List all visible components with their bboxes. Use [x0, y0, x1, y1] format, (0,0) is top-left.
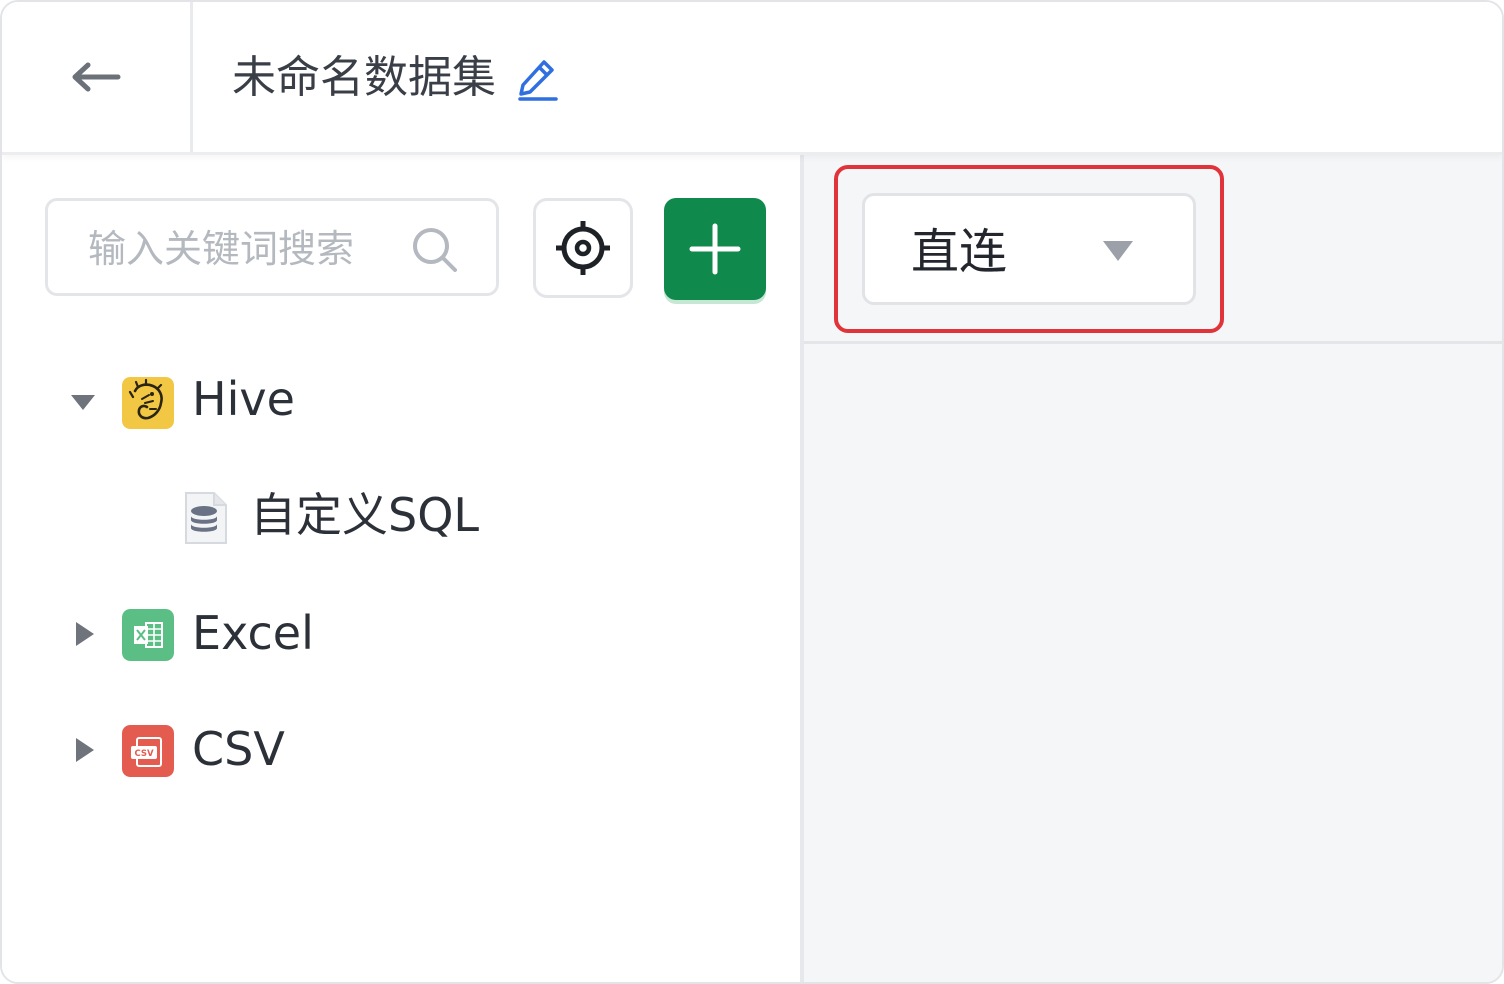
connection-mode-select[interactable]: 直连 — [862, 193, 1196, 305]
dataset-title: 未命名数据集 — [232, 52, 496, 103]
search-input[interactable] — [88, 223, 408, 275]
hive-icon — [122, 377, 174, 429]
tree-item-label: Excel — [192, 606, 314, 660]
header-bar: 未命名数据集 — [2, 2, 1502, 155]
locate-button[interactable] — [533, 198, 633, 298]
pencil-icon[interactable] — [516, 56, 560, 102]
app-window: 未命名数据集 输入关键词搜索 Hive 自定义SQL Excel CSV CSV… — [0, 0, 1504, 984]
caret-down-icon[interactable] — [68, 387, 98, 417]
add-source-button[interactable] — [664, 198, 766, 300]
tree-item-custom-sql[interactable]: 自定义SQL — [2, 475, 800, 555]
tree-item-csv[interactable]: CSV CSV — [2, 707, 800, 787]
crosshair-icon — [556, 221, 610, 275]
arrow-left-icon — [72, 62, 121, 92]
caret-right-icon[interactable] — [70, 619, 100, 649]
connection-mode-value: 直连 — [911, 224, 1008, 280]
data-source-panel: Hive 自定义SQL — [2, 155, 800, 982]
search-box — [45, 198, 499, 296]
plus-icon — [689, 223, 741, 275]
tree-item-label: 自定义SQL — [250, 488, 480, 542]
csv-icon: CSV — [122, 725, 174, 777]
tree-item-label: CSV — [192, 722, 285, 776]
toolbar-divider — [804, 341, 1502, 344]
tree-item-hive[interactable]: Hive — [2, 359, 800, 439]
svg-text:CSV: CSV — [134, 749, 154, 759]
caret-right-icon[interactable] — [70, 735, 100, 765]
tree-item-label: Hive — [192, 372, 295, 426]
tree-item-excel[interactable]: Excel — [2, 591, 800, 671]
preview-panel: 直连 — [804, 155, 1502, 982]
excel-icon — [122, 609, 174, 661]
caret-down-icon — [1103, 241, 1133, 261]
search-icon[interactable] — [410, 225, 460, 275]
database-file-icon — [185, 492, 227, 544]
back-button[interactable] — [2, 2, 193, 152]
